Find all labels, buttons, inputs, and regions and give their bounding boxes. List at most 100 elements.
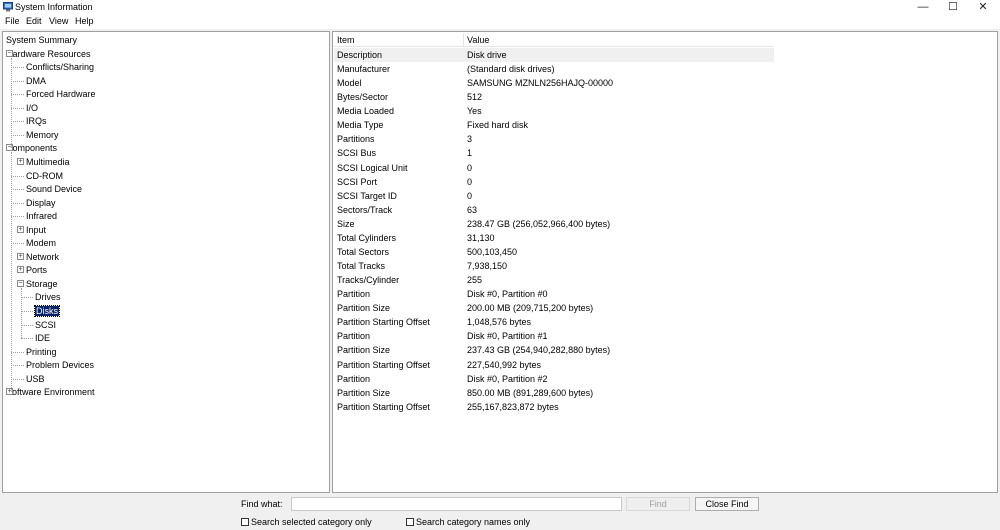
menu-help[interactable]: Help — [75, 16, 94, 26]
table-row[interactable]: Total Sectors 500,103,450 — [334, 245, 774, 259]
table-row[interactable]: Partitions 3 — [334, 132, 774, 146]
tree-item-dma[interactable]: DMA — [26, 75, 46, 87]
table-row[interactable]: Partition Starting Offset 255,167,823,872… — [334, 400, 774, 414]
item-cell: Total Cylinders — [337, 232, 397, 243]
table-row[interactable]: Partition Size 850.00 MB (891,289,600 byt… — [334, 386, 774, 400]
table-row[interactable]: Manufacturer (Standard disk drives) — [334, 62, 774, 76]
menu-bar: File Edit View Help — [0, 15, 1000, 29]
find-input[interactable] — [291, 497, 622, 511]
column-separator[interactable] — [463, 33, 464, 47]
search-selected-category-checkbox[interactable]: Search selected category only — [241, 517, 372, 527]
tree-item-disks[interactable]: Disks — [34, 305, 60, 317]
checkbox-box[interactable] — [241, 518, 249, 526]
close-window-button[interactable]: ✕ — [968, 0, 998, 15]
tree-item-hardware-resources[interactable]: Hardware Resources — [6, 48, 91, 60]
table-row[interactable]: Partition Size 237.43 GB (254,940,282,880… — [334, 343, 774, 357]
tree-item-conflicts-sharing[interactable]: Conflicts/Sharing — [26, 61, 94, 73]
item-cell: Partition — [337, 373, 371, 384]
value-cell: (Standard disk drives) — [467, 64, 555, 75]
tree-connector — [11, 378, 24, 380]
expand-icon[interactable]: + — [17, 266, 24, 274]
value-cell: Disk #0, Partition #2 — [467, 373, 548, 384]
table-row[interactable]: Partition Size 200.00 MB (209,715,200 byt… — [334, 301, 774, 315]
table-row[interactable]: Model SAMSUNG MZNLN256HAJQ-00000 — [334, 76, 774, 90]
tree-item-multimedia[interactable]: Multimedia — [26, 156, 70, 168]
tree-item-label: Sound Device — [26, 184, 83, 195]
tree-item-scsi[interactable]: SCSI — [35, 319, 56, 331]
expand-icon[interactable]: + — [17, 252, 24, 260]
table-row[interactable]: Description Disk drive — [334, 48, 774, 62]
table-row[interactable]: Total Cylinders 31,130 — [334, 231, 774, 245]
tree-item-label: Infrared — [26, 211, 58, 222]
tree-connector — [11, 175, 24, 177]
find-button[interactable]: Find — [626, 497, 690, 511]
tree-item-system-summary[interactable]: System Summary — [6, 34, 77, 46]
table-row[interactable]: SCSI Bus 1 — [334, 146, 774, 160]
table-row[interactable]: Media Type Fixed hard disk — [334, 118, 774, 132]
tree-connector — [11, 134, 24, 136]
tree-item-modem[interactable]: Modem — [26, 237, 56, 249]
minimize-button[interactable]: — — [908, 0, 938, 15]
table-row[interactable]: Partition Disk #0, Partition #0 — [334, 287, 774, 301]
tree-item-label: Memory — [26, 129, 59, 140]
tree-item-i-o[interactable]: I/O — [26, 102, 38, 114]
checkbox-label: Search category names only — [416, 517, 531, 527]
tree-item-irqs[interactable]: IRQs — [26, 115, 47, 127]
value-cell: 200.00 MB (209,715,200 bytes) — [467, 303, 594, 314]
tree-item-infrared[interactable]: Infrared — [26, 210, 57, 222]
collapse-icon[interactable]: − — [17, 279, 24, 287]
table-row[interactable]: SCSI Port 0 — [334, 175, 774, 189]
value-cell: 850.00 MB (891,289,600 bytes) — [467, 387, 594, 398]
table-row[interactable]: Media Loaded Yes — [334, 104, 774, 118]
menu-view[interactable]: View — [49, 16, 68, 26]
item-cell: Manufacturer — [337, 64, 391, 75]
tree-item-software-environment[interactable]: Software Environment — [6, 386, 95, 398]
collapse-icon[interactable]: − — [6, 49, 13, 57]
tree-item-memory[interactable]: Memory — [26, 129, 59, 141]
item-cell: SCSI Bus — [337, 148, 377, 159]
value-cell: 3 — [467, 134, 473, 145]
tree-item-storage[interactable]: Storage — [26, 278, 58, 290]
tree-item-ide[interactable]: IDE — [35, 332, 50, 344]
value-cell: 1 — [467, 148, 473, 159]
tree-connector — [11, 57, 12, 149]
search-category-names-checkbox[interactable]: Search category names only — [406, 517, 530, 527]
table-row[interactable]: Bytes/Sector 512 — [334, 90, 774, 104]
menu-edit[interactable]: Edit — [26, 16, 42, 26]
table-row[interactable]: Partition Disk #0, Partition #1 — [334, 329, 774, 343]
tree-item-cd-rom[interactable]: CD-ROM — [26, 170, 63, 182]
close-find-button[interactable]: Close Find — [695, 497, 759, 511]
table-row[interactable]: Total Tracks 7,938,150 — [334, 259, 774, 273]
column-header-value[interactable]: Value — [467, 35, 489, 45]
table-row[interactable]: Size 238.47 GB (256,052,966,400 bytes) — [334, 217, 774, 231]
tree-item-printing[interactable]: Printing — [26, 346, 57, 358]
value-cell: Disk #0, Partition #0 — [467, 289, 548, 300]
table-row[interactable]: Partition Starting Offset 1,048,576 bytes — [334, 315, 774, 329]
tree-item-display[interactable]: Display — [26, 197, 56, 209]
maximize-button[interactable]: ☐ — [938, 0, 968, 15]
table-row[interactable]: SCSI Logical Unit 0 — [334, 161, 774, 175]
table-row[interactable]: SCSI Target ID 0 — [334, 189, 774, 203]
tree-item-problem-devices[interactable]: Problem Devices — [26, 359, 94, 371]
expand-icon[interactable]: + — [17, 225, 24, 233]
tree-item-components[interactable]: Components — [6, 142, 57, 154]
table-row[interactable]: Partition Starting Offset 227,540,992 byt… — [334, 358, 774, 372]
tree-item-sound-device[interactable]: Sound Device — [26, 183, 82, 195]
tree-item-ports[interactable]: Ports — [26, 264, 47, 276]
tree-item-drives[interactable]: Drives — [35, 291, 61, 303]
table-row[interactable]: Tracks/Cylinder 255 — [334, 273, 774, 287]
value-cell: Disk #0, Partition #1 — [467, 331, 548, 342]
category-tree[interactable]: System Summary Hardware Resources − Conflic… — [2, 31, 330, 493]
table-row[interactable]: Partition Disk #0, Partition #2 — [334, 372, 774, 386]
checkbox-box[interactable] — [406, 518, 414, 526]
tree-item-network[interactable]: Network — [26, 251, 59, 263]
tree-item-input[interactable]: Input — [26, 224, 46, 236]
expand-icon[interactable]: + — [17, 157, 24, 165]
item-cell: SCSI Logical Unit — [337, 162, 408, 173]
menu-file[interactable]: File — [5, 16, 20, 26]
tree-item-usb[interactable]: USB — [26, 373, 45, 385]
tree-item-forced-hardware[interactable]: Forced Hardware — [26, 88, 96, 100]
table-row[interactable]: Sectors/Track 63 — [334, 203, 774, 217]
column-header-item[interactable]: Item — [337, 35, 355, 45]
details-list[interactable]: Item Value Description Disk drive Manufact… — [332, 31, 998, 493]
